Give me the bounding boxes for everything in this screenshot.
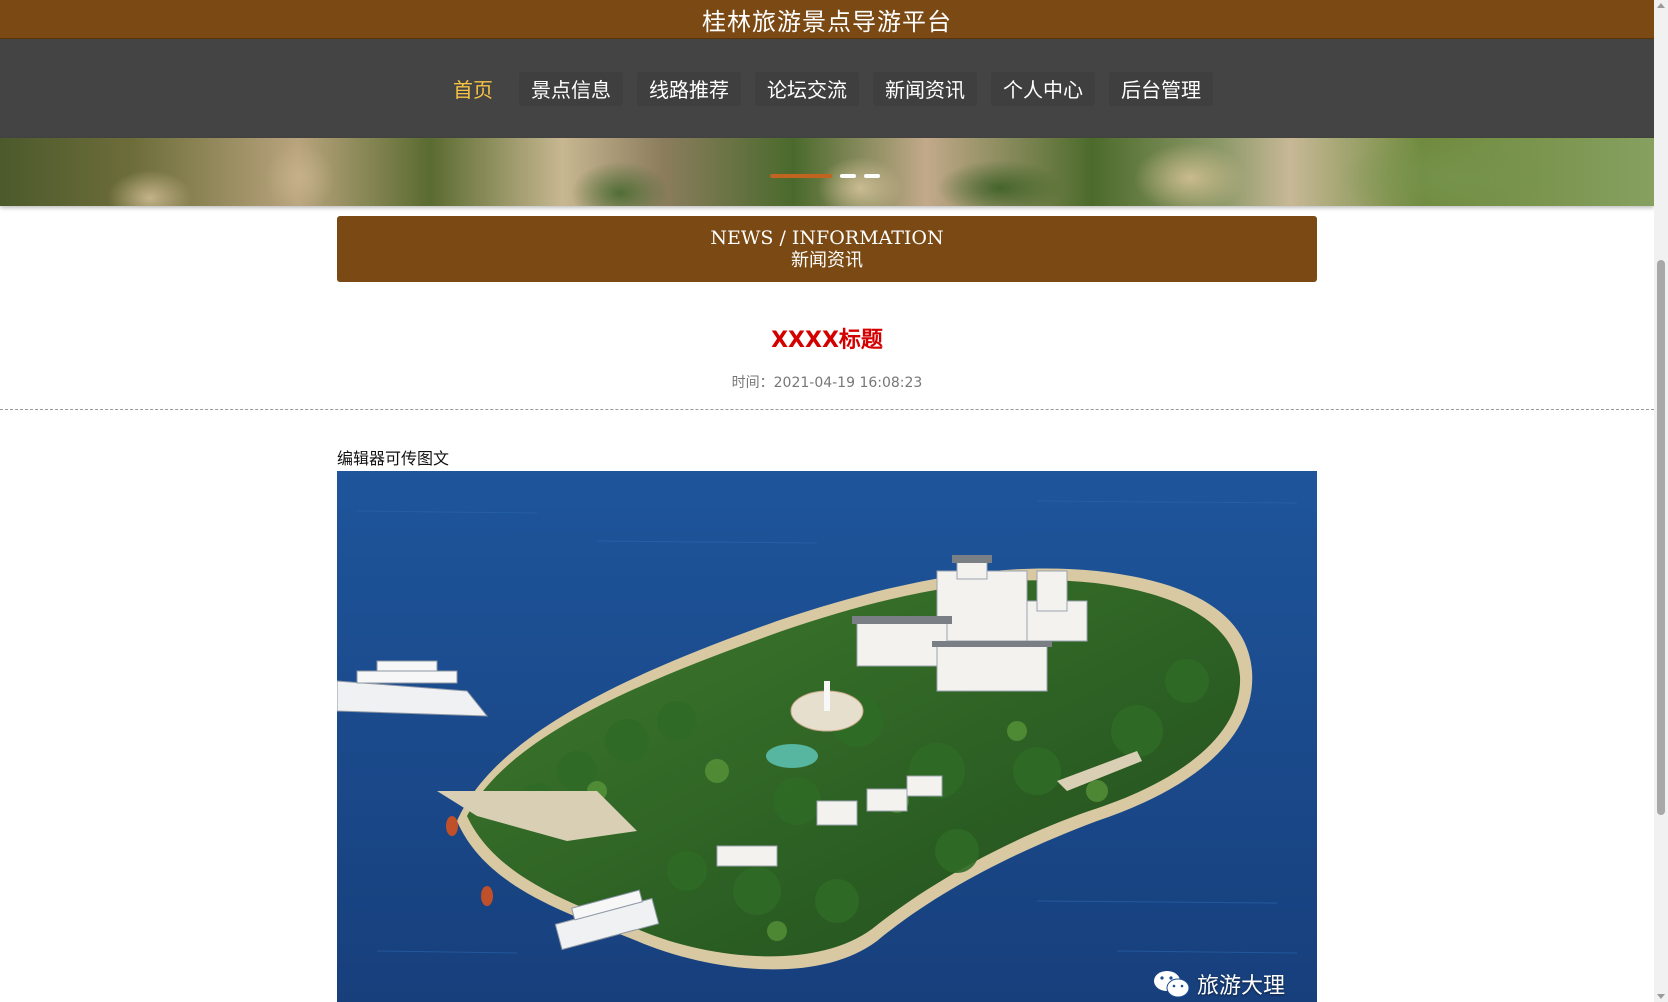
carousel-indicators — [770, 174, 880, 178]
image-watermark: 旅游大理 — [1153, 968, 1285, 1000]
site-title: 桂林旅游景点导游平台 — [702, 7, 952, 36]
carousel-dot-1[interactable] — [770, 174, 832, 178]
page-scrollbar[interactable] — [1654, 0, 1668, 1002]
main-nav: 首页 景点信息 线路推荐 论坛交流 新闻资讯 个人中心 后台管理 — [0, 39, 1654, 138]
nav-item-attractions[interactable]: 景点信息 — [519, 71, 623, 106]
nav-item-forum[interactable]: 论坛交流 — [755, 71, 859, 106]
nav-item-admin[interactable]: 后台管理 — [1109, 71, 1213, 106]
section-title-cn: 新闻资讯 — [791, 250, 863, 271]
wechat-icon — [1153, 971, 1190, 998]
article-image: 旅游大理 — [337, 471, 1317, 1002]
nav-item-home[interactable]: 首页 — [441, 72, 505, 106]
article-title: XXXX标题 — [771, 328, 883, 353]
scrollbar-thumb[interactable] — [1657, 260, 1665, 815]
nav-item-profile[interactable]: 个人中心 — [991, 71, 1095, 106]
scroll-down-icon[interactable] — [1657, 994, 1665, 999]
carousel-dot-3[interactable] — [864, 174, 880, 178]
nav-item-routes[interactable]: 线路推荐 — [637, 71, 741, 106]
page: 桂林旅游景点导游平台 首页 景点信息 线路推荐 论坛交流 新闻资讯 个人中心 后… — [0, 0, 1668, 1002]
carousel-dot-2[interactable] — [840, 174, 856, 178]
section-title-en: NEWS / INFORMATION — [710, 227, 944, 249]
banner-image — [0, 138, 1654, 206]
article-time: 时间：2021-04-19 16:08:23 — [731, 375, 923, 391]
scroll-up-icon[interactable] — [1657, 3, 1665, 8]
nav-item-news[interactable]: 新闻资讯 — [873, 71, 977, 106]
section-heading: NEWS / INFORMATION 新闻资讯 — [337, 216, 1317, 282]
island-illustration — [337, 471, 1317, 1002]
watermark-text: 旅游大理 — [1196, 974, 1285, 999]
divider — [0, 409, 1654, 410]
banner-carousel[interactable] — [0, 138, 1654, 206]
site-header: 桂林旅游景点导游平台 — [0, 0, 1654, 39]
article-body-text: 编辑器可传图文 — [337, 449, 450, 468]
